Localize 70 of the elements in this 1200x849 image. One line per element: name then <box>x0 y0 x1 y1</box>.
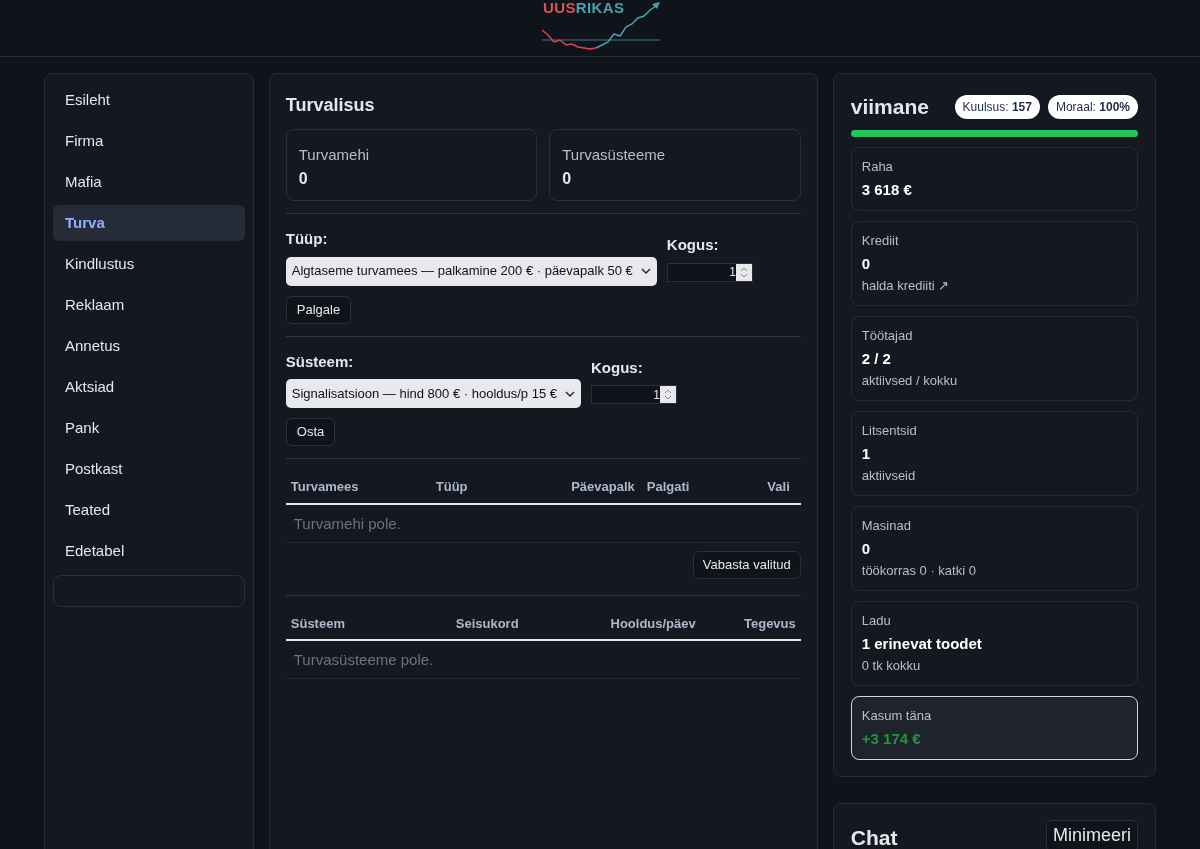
stat-value: +3 174 € <box>861 728 922 749</box>
column-header: Palgati <box>645 478 691 496</box>
stat-value: 0 <box>298 168 309 189</box>
stat-note: aktiivseid <box>861 466 917 485</box>
chart-line-logo-icon <box>540 2 662 50</box>
stat-value: 0 <box>562 168 573 189</box>
sidebar-item[interactable]: Annetus <box>53 328 245 364</box>
submit-button[interactable]: Osta <box>285 418 336 446</box>
column-header: Süsteem <box>290 614 346 633</box>
stat-value: 1 <box>861 443 872 464</box>
sidebar-item[interactable]: Kindlustus <box>53 246 245 282</box>
chevron-down-icon <box>640 268 651 274</box>
stat-value: 0 <box>861 538 872 559</box>
logo-text: UUS <box>543 0 576 15</box>
stat-value: 0 <box>861 253 872 274</box>
manage-credit-link[interactable]: halda krediiti ↗ <box>861 276 1127 295</box>
sidebar-item[interactable]: Reklaam <box>53 287 245 323</box>
release-selected-button[interactable]: Vabasta valitud <box>692 550 801 579</box>
column-header: Vali <box>766 478 791 496</box>
stat-label: Krediit <box>861 231 900 250</box>
stat-label: Turvasüsteeme <box>562 145 667 165</box>
field-label: Kogus: <box>666 235 720 255</box>
column-header: Seisukord <box>455 614 520 633</box>
type-select[interactable]: Signalisatsioon — hind 800 € · hooldus/p 15 € <box>285 379 581 408</box>
submit-button[interactable]: Palgale <box>285 295 352 324</box>
field-label: Süsteem: <box>285 351 355 372</box>
stat-label: Ladu <box>861 611 892 630</box>
sidebar-item[interactable]: Turva <box>53 205 245 241</box>
sidebar-item[interactable]: Teated <box>53 492 245 528</box>
stat-label: Masinad <box>861 516 912 535</box>
stat-label: Turvamehi <box>298 145 371 165</box>
sidebar-item[interactable]: Firma <box>53 123 245 159</box>
player-name: viimane <box>850 94 929 120</box>
spinner-icon <box>735 263 752 281</box>
minimize-button[interactable]: Minimeeri <box>1046 819 1138 849</box>
type-select[interactable]: Algtaseme turvamees — palkamine 200 € · päevapalk 50 € <box>285 256 657 286</box>
empty-message: Turvasüsteeme pole. <box>285 641 801 679</box>
logo-text: RIKAS <box>575 0 625 15</box>
sidebar-item[interactable]: Pank <box>53 410 245 446</box>
stat-badge: Moraal: 100% <box>1047 94 1138 119</box>
sidebar-item[interactable]: Postkast <box>53 451 245 487</box>
stat-note: töökorras 0 · katki 0 <box>861 561 977 580</box>
field-label: Tüüp: <box>285 229 329 249</box>
column-header: Turvamees <box>290 478 360 496</box>
column-header: Tegevus <box>743 614 796 633</box>
sidebar-item[interactable]: Esileht <box>53 82 245 118</box>
column-header: Tüüp <box>435 478 469 496</box>
stat-note: 0 tk kokku <box>861 656 922 675</box>
sidebar-item[interactable]: Aktsiad <box>53 369 245 405</box>
column-header: Päevapalk <box>570 478 636 496</box>
sidebar-item[interactable]: Mafia <box>53 164 245 200</box>
field-label: Kogus: <box>591 357 644 378</box>
quantity-field[interactable]: 1 <box>591 385 677 404</box>
section-title: Turvalisus <box>285 94 376 117</box>
stat-value: 1 erinevat toodet <box>861 633 983 654</box>
quantity-field[interactable]: 1 <box>666 262 753 282</box>
stat-label: Litsentsid <box>861 421 918 440</box>
stat-note: aktiivsed / kokku <box>861 371 959 390</box>
stat-value: 2 / 2 <box>861 348 892 369</box>
chat-title: Chat <box>850 824 898 849</box>
spinner-icon <box>660 386 676 403</box>
empty-message: Turvamehi pole. <box>285 504 801 543</box>
sidebar-item[interactable]: Edetabel <box>53 533 245 569</box>
stat-label: Raha <box>861 157 894 176</box>
stat-label: Töötajad <box>861 326 914 345</box>
stat-value: 3 618 € <box>861 179 913 200</box>
stat-label: Kasum täna <box>861 706 933 725</box>
column-header: Hooldus/päev <box>609 614 696 633</box>
chevron-down-icon <box>565 390 575 397</box>
stat-badge: Kuulsus: 157 <box>954 94 1040 119</box>
